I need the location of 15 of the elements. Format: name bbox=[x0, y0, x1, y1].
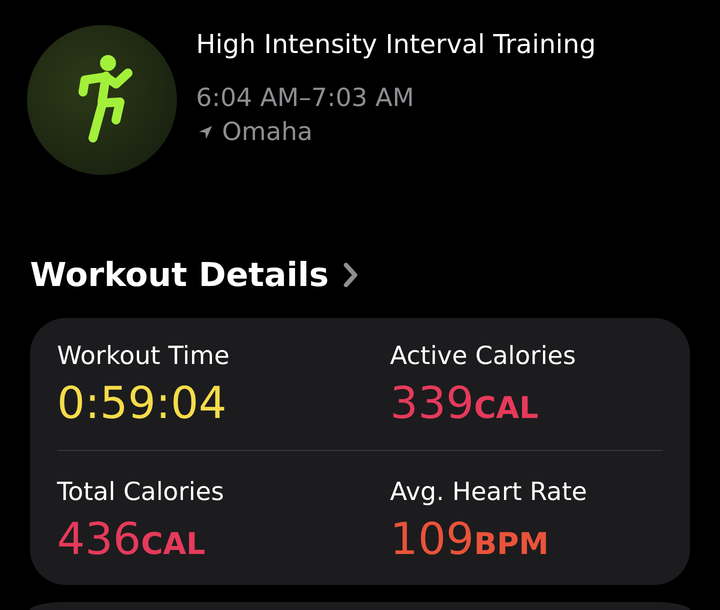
metric-label: Workout Time bbox=[57, 340, 230, 372]
workout-details-link[interactable]: Workout Details bbox=[30, 253, 358, 297]
running-person-icon bbox=[27, 25, 177, 175]
chevron-right-icon bbox=[342, 262, 358, 288]
metric-value: 109BPM bbox=[390, 515, 549, 565]
metric-value: 339CAL bbox=[390, 379, 538, 429]
metric-label: Avg. Heart Rate bbox=[390, 476, 588, 508]
metric-label: Total Calories bbox=[57, 476, 225, 508]
location-arrow-icon bbox=[199, 126, 212, 138]
workout-location: Omaha bbox=[222, 116, 313, 148]
metric-label: Active Calories bbox=[390, 340, 577, 372]
workout-time-range: 6:04 AM–7:03 AM bbox=[196, 82, 416, 114]
metric-value: 436CAL bbox=[57, 515, 206, 565]
metric-value: 0:59:04 bbox=[57, 379, 227, 429]
workout-title: High Intensity Interval Training bbox=[196, 29, 596, 62]
